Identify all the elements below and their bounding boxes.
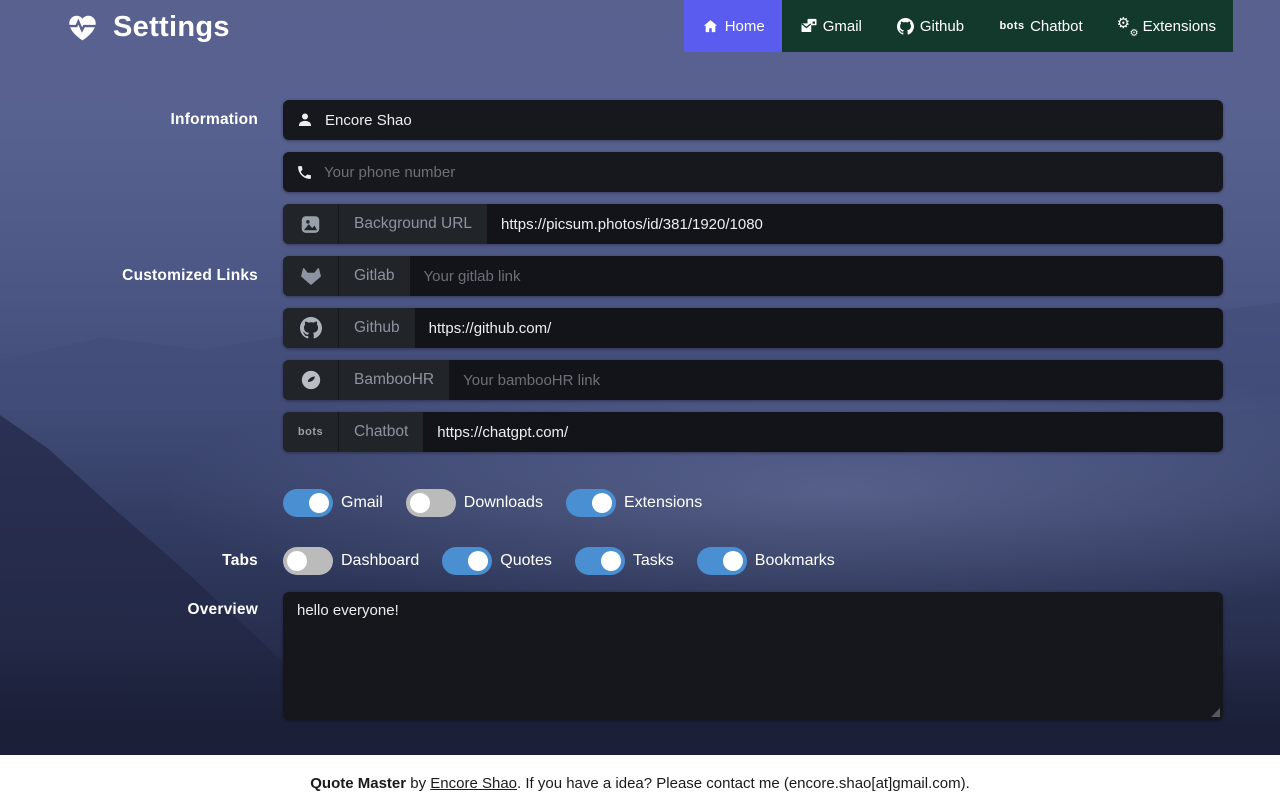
toggle-knob — [723, 551, 743, 571]
footer-app-name: Quote Master — [310, 775, 406, 792]
gitlab-icon — [283, 256, 339, 296]
phone-icon — [296, 164, 313, 181]
gears-icon: ⚙ ⚙ — [1117, 16, 1139, 36]
heart-pulse-icon — [66, 11, 99, 44]
toggle-label-downloads: Downloads — [464, 494, 543, 512]
field-label-chatbot: Chatbot — [339, 412, 423, 452]
toggles-row-2: Dashboard Quotes Tasks Bookmarks — [283, 547, 1223, 575]
toggle-label-quotes: Quotes — [500, 552, 552, 570]
gmail-toggle[interactable] — [283, 489, 333, 517]
github-icon — [283, 308, 339, 348]
github-icon — [896, 18, 916, 35]
bots-icon: bots — [998, 20, 1026, 32]
footer-text: Quote Master by Encore Shao. If you have… — [310, 763, 970, 792]
footer-author-link[interactable]: Encore Shao — [430, 775, 517, 792]
bots-icon: bots — [283, 412, 339, 452]
downloads-toggle[interactable] — [406, 489, 456, 517]
footer-message: . If you have a idea? Please contact me … — [517, 775, 970, 792]
nav-item-label: Chatbot — [1030, 18, 1083, 35]
extensions-toggle[interactable] — [566, 489, 616, 517]
nav-item-label: Gmail — [823, 18, 862, 35]
tasks-toggle[interactable] — [575, 547, 625, 575]
nav-item-chatbot[interactable]: bots Chatbot — [981, 0, 1100, 52]
bamboohr-field-wrap: BambooHR — [283, 360, 1223, 400]
github-field-wrap: Github — [283, 308, 1223, 348]
toggle-knob — [410, 493, 430, 513]
field-label-github: Github — [339, 308, 415, 348]
toggle-label-tasks: Tasks — [633, 552, 674, 570]
toggle-knob — [468, 551, 488, 571]
background-url-field-wrap: Background URL — [283, 204, 1223, 244]
field-label-background-url: Background URL — [339, 204, 487, 244]
page-title: Settings — [113, 11, 230, 44]
bamboohr-input[interactable] — [449, 360, 1223, 400]
field-label-bamboohr: BambooHR — [339, 360, 449, 400]
toggle-label-bookmarks: Bookmarks — [755, 552, 835, 570]
bamboohr-icon — [283, 360, 339, 400]
toggle-label-gmail: Gmail — [341, 494, 383, 512]
field-label-gitlab: Gitlab — [339, 256, 410, 296]
toggle-knob — [287, 551, 307, 571]
phone-field-wrap — [283, 152, 1223, 192]
settings-form: Information — [0, 100, 1223, 732]
nav-item-label: Github — [920, 18, 964, 35]
name-input[interactable] — [325, 112, 1210, 129]
bookmarks-toggle[interactable] — [697, 547, 747, 575]
github-input[interactable] — [415, 308, 1223, 348]
toggle-label-dashboard: Dashboard — [341, 552, 419, 570]
home-icon — [701, 18, 721, 35]
nav-item-extensions[interactable]: ⚙ ⚙ Extensions — [1100, 0, 1233, 52]
nav-item-gmail[interactable]: Gmail — [782, 0, 879, 52]
nav-item-github[interactable]: Github — [879, 0, 981, 52]
mail-bulk-icon — [799, 17, 819, 35]
footer-connector: by — [406, 775, 430, 792]
brand: Settings — [66, 0, 230, 54]
toggle-knob — [601, 551, 621, 571]
nav-item-label: Home — [725, 18, 765, 35]
chatbot-field-wrap: bots Chatbot — [283, 412, 1223, 452]
section-label-overview: Overview — [0, 592, 258, 720]
name-field-wrap — [283, 100, 1223, 140]
gitlab-input[interactable] — [410, 256, 1224, 296]
resize-handle-icon[interactable] — [1211, 708, 1220, 717]
footer: Quote Master by Encore Shao. If you have… — [0, 755, 1280, 800]
navbar: Home Gmail Github bots Chatbot ⚙ ⚙ Exten… — [684, 0, 1233, 52]
chatbot-input[interactable] — [423, 412, 1223, 452]
quotes-toggle[interactable] — [442, 547, 492, 575]
gitlab-field-wrap: Gitlab — [283, 256, 1223, 296]
toggle-label-extensions: Extensions — [624, 494, 702, 512]
image-icon — [283, 204, 339, 244]
nav-item-label: Extensions — [1143, 18, 1216, 35]
section-label-customized-links: Customized Links — [0, 256, 258, 296]
toggle-knob — [592, 493, 612, 513]
background-url-input[interactable] — [487, 204, 1223, 244]
section-label-tabs: Tabs — [0, 547, 258, 575]
toggle-knob — [309, 493, 329, 513]
toggles-row-1: Gmail Downloads Extensions — [283, 489, 1223, 517]
section-label-information: Information — [0, 100, 258, 140]
phone-input[interactable] — [324, 164, 1210, 181]
nav-item-home[interactable]: Home — [684, 0, 782, 52]
overview-textarea[interactable]: hello everyone! — [283, 592, 1223, 720]
user-icon — [296, 111, 314, 129]
dashboard-toggle[interactable] — [283, 547, 333, 575]
